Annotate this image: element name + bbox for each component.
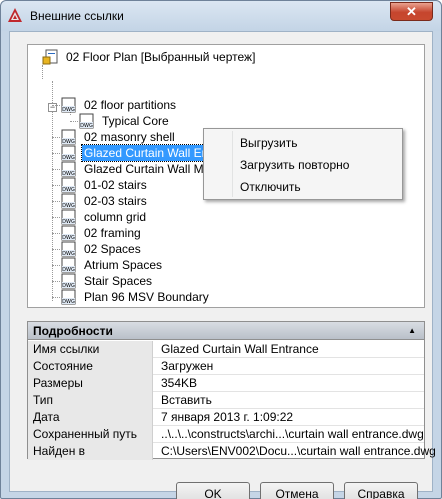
- tree-line: [52, 249, 60, 250]
- details-header[interactable]: Подробности ▲: [28, 322, 424, 340]
- tree-node-label: 02 framing: [84, 226, 141, 240]
- collapse-arrow-icon[interactable]: ▲: [408, 322, 416, 340]
- details-panel: Подробности ▲ Имя ссылки Glazed Curtain …: [27, 321, 436, 460]
- details-key: Тип: [28, 392, 153, 409]
- tree-line: [52, 185, 60, 186]
- tree-line: [52, 137, 60, 138]
- tree-node-column-grid[interactable]: DWG column grid: [52, 209, 420, 225]
- cancel-button[interactable]: Отмена: [260, 482, 334, 499]
- details-key: Дата: [28, 409, 153, 426]
- details-value: Вставить: [161, 393, 212, 407]
- title-bar[interactable]: Внешние ссылки ✕: [1, 1, 441, 31]
- tree-node-typical-core[interactable]: DWG Typical Core: [70, 113, 418, 129]
- details-row-status: Состояние Загружен: [28, 358, 424, 375]
- tree-line: [42, 65, 43, 79]
- tree-line: [70, 121, 78, 122]
- dwg-file-icon: DWG: [61, 193, 76, 209]
- details-value: Загружен: [161, 359, 214, 373]
- context-menu-icon-column: [232, 131, 233, 197]
- tree-node-label: 02-03 stairs: [84, 194, 147, 208]
- tree-node-02-spaces[interactable]: DWG 02 Spaces: [52, 241, 420, 257]
- tree-node-label: Glazed Curtain Wall Main: [84, 162, 220, 176]
- dwg-file-icon: DWG: [61, 129, 76, 145]
- tree-node-label: 02 masonry shell: [84, 130, 175, 144]
- dwg-file-icon: DWG: [61, 177, 76, 193]
- details-row-found-in: Найден в C:\Users\ENV002\Docu...\curtain…: [28, 443, 436, 460]
- details-key: Состояние: [28, 358, 153, 375]
- details-row-size: Размеры 354KB: [28, 375, 424, 392]
- details-row-date: Дата 7 января 2013 г. 1:09:22: [28, 409, 424, 426]
- tree-line: [52, 281, 60, 282]
- details-value: ..\..\..\constructs\archi...\curtain wal…: [161, 427, 424, 441]
- menu-item-reload[interactable]: Загрузить повторно: [240, 156, 349, 174]
- tree-node-label: 02 Spaces: [84, 242, 141, 256]
- details-row-saved-path: Сохраненный путь ..\..\..\constructs\arc…: [28, 426, 424, 443]
- dwg-file-icon: DWG: [61, 225, 76, 241]
- dwg-icon-text: DWG: [62, 107, 75, 113]
- dwg-file-icon: DWG: [61, 257, 76, 273]
- details-key: Найден в: [28, 443, 153, 460]
- dwg-file-icon: DWG: [61, 209, 76, 225]
- context-menu: Выгрузить Загрузить повторно Отключить: [203, 128, 403, 200]
- tree-node-label: Plan 96 MSV Boundary: [84, 290, 209, 304]
- tree-node-stair-spaces[interactable]: DWG Stair Spaces: [52, 273, 420, 289]
- tree-node-label: 02 floor partitions: [84, 98, 177, 112]
- tree-line: [52, 265, 60, 266]
- details-value: 7 января 2013 г. 1:09:22: [161, 410, 294, 424]
- tree-node-label: column grid: [84, 210, 147, 224]
- details-key: Размеры: [28, 375, 153, 392]
- tree-node-02-framing[interactable]: DWG 02 framing: [52, 225, 420, 241]
- help-button[interactable]: Справка: [344, 482, 418, 499]
- dwg-file-icon: DWG: [61, 241, 76, 257]
- tree-line: [52, 297, 60, 298]
- dwg-file-icon: DWG: [61, 289, 76, 305]
- dwg-file-icon: DWG: [61, 273, 76, 289]
- details-key: Имя ссылки: [28, 341, 153, 358]
- ok-button[interactable]: OK: [176, 482, 250, 499]
- close-button[interactable]: ✕: [390, 2, 433, 21]
- dialog-window: Внешние ссылки ✕ 02 Floor Plan [Выбранны…: [0, 0, 442, 499]
- autocad-logo-icon: [8, 8, 22, 22]
- details-value: 354KB: [161, 376, 198, 390]
- tree-line: [52, 233, 60, 234]
- tree-line: [52, 217, 60, 218]
- dwg-icon-text: DWG: [62, 299, 75, 305]
- details-title: Подробности: [33, 324, 113, 338]
- details-key: Сохраненный путь: [28, 426, 153, 443]
- tree-node-label: Atrium Spaces: [84, 258, 163, 272]
- dwg-file-icon: DWG: [61, 97, 76, 113]
- tree-node-02-floor-partitions[interactable]: DWG 02 floor partitions: [52, 97, 420, 113]
- tree-node-label: Stair Spaces: [84, 274, 153, 288]
- window-title: Внешние ссылки: [30, 9, 124, 23]
- details-value: Glazed Curtain Wall Entrance: [161, 342, 319, 356]
- dwg-file-icon: DWG: [61, 161, 76, 177]
- tree-root-label: 02 Floor Plan [Выбранный чертеж]: [66, 50, 256, 64]
- details-value: C:\Users\ENV002\Docu...\curtain wall ent…: [161, 444, 436, 458]
- dialog-client-area: 02 Floor Plan [Выбранный чертеж] − DWG 0…: [9, 31, 436, 499]
- menu-item-detach[interactable]: Отключить: [240, 178, 301, 196]
- dwg-file-icon: DWG: [61, 145, 76, 161]
- details-row-type: Тип Вставить: [28, 392, 424, 409]
- tree-line: [52, 169, 60, 170]
- tree-node-label: Typical Core: [102, 114, 169, 128]
- dwg-file-icon: DWG: [79, 113, 94, 129]
- tree-node-label: 01-02 stairs: [84, 178, 147, 192]
- details-row-name: Имя ссылки Glazed Curtain Wall Entrance: [28, 341, 424, 358]
- tree-line: [52, 153, 60, 154]
- tree-node-plan-96-msv-boundary[interactable]: DWG Plan 96 MSV Boundary: [52, 289, 420, 305]
- menu-item-unload[interactable]: Выгрузить: [240, 134, 298, 152]
- tree-root[interactable]: 02 Floor Plan [Выбранный чертеж]: [42, 49, 422, 65]
- tree-line: [52, 81, 53, 301]
- tree-line: [52, 201, 60, 202]
- tree-line: [52, 105, 60, 106]
- drawing-root-icon: [42, 49, 58, 65]
- tree-node-atrium-spaces[interactable]: DWG Atrium Spaces: [52, 257, 420, 273]
